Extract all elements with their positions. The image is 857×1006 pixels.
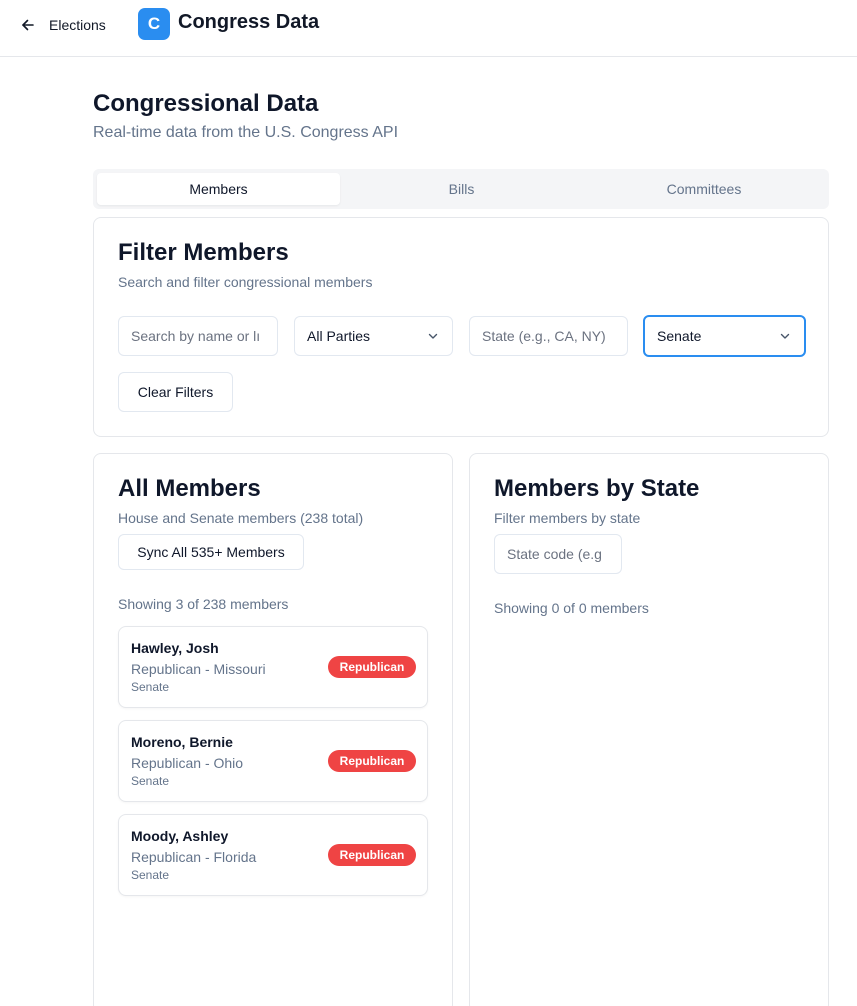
all-members-title: All Members [118, 475, 261, 502]
tab-list: Members Bills Committees [93, 169, 829, 209]
page-subtitle: Real-time data from the U.S. Congress AP… [93, 124, 399, 141]
member-chamber: Senate [131, 680, 170, 694]
tab-members[interactable]: Members [97, 173, 340, 205]
back-link[interactable]: Elections [20, 13, 106, 37]
member-chamber: Senate [131, 774, 170, 788]
app-logo: C [138, 8, 170, 40]
member-party-state: Republican - Florida [131, 849, 257, 865]
member-party-state: Republican - Ohio [131, 755, 244, 771]
members-by-state-description: Filter members by state [494, 510, 641, 526]
party-select[interactable]: All Parties [294, 316, 453, 356]
member-chamber: Senate [131, 868, 170, 882]
party-badge: Republican [328, 750, 416, 772]
state-input[interactable]: State (e.g., CA, NY) [469, 316, 628, 356]
chevron-down-icon [780, 333, 790, 339]
members-count: Showing 3 of 238 members [118, 596, 289, 612]
party-badge: Republican [328, 844, 416, 866]
chamber-select[interactable]: Senate [643, 315, 806, 357]
filter-description: Search and filter congressional members [118, 274, 373, 290]
page-title: Congressional Data [93, 90, 319, 117]
tab-committees[interactable]: Committees [583, 173, 825, 205]
list-item[interactable]: Moody, Ashley Republican - Florida Senat… [118, 814, 428, 896]
party-select-value: All Parties [307, 328, 371, 344]
arrow-left-icon [22, 19, 34, 31]
clear-filters-button[interactable]: Clear Filters [118, 372, 233, 412]
search-input[interactable]: Search by name or lı [118, 316, 278, 356]
chamber-select-value: Senate [657, 328, 702, 344]
back-link-label: Elections [49, 17, 106, 33]
state-members-count: Showing 0 of 0 members [494, 600, 649, 616]
filter-title: Filter Members [118, 239, 289, 266]
tab-bills[interactable]: Bills [340, 173, 583, 205]
members-by-state-title: Members by State [494, 475, 700, 502]
party-badge: Republican [328, 656, 416, 678]
list-item[interactable]: Moreno, Bernie Republican - Ohio Senate … [118, 720, 428, 802]
member-name: Hawley, Josh [131, 640, 219, 656]
state-code-input[interactable]: State code (e.g [494, 534, 622, 574]
member-party-state: Republican - Missouri [131, 661, 266, 677]
chevron-down-icon [428, 333, 438, 339]
sync-members-button[interactable]: Sync All 535+ Members [118, 534, 304, 570]
list-item[interactable]: Hawley, Josh Republican - Missouri Senat… [118, 626, 428, 708]
app-title: Congress Data [178, 11, 320, 33]
all-members-description: House and Senate members (238 total) [118, 510, 364, 526]
member-name: Moreno, Bernie [131, 734, 233, 750]
top-bar: Elections C Congress Data [0, 0, 857, 57]
member-name: Moody, Ashley [131, 828, 229, 844]
